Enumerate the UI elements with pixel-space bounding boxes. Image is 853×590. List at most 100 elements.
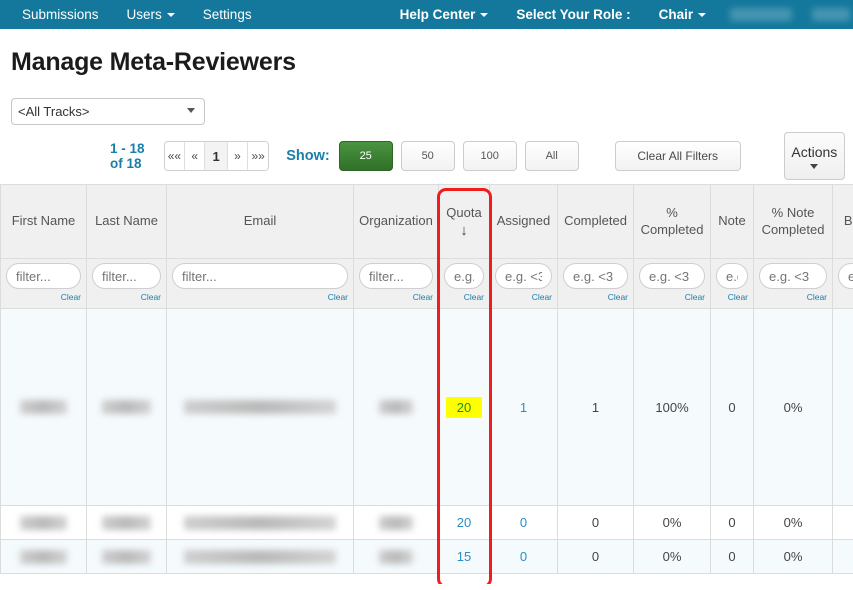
- value-quota[interactable]: 20: [457, 515, 471, 530]
- value-assigned[interactable]: 1: [520, 400, 527, 415]
- redacted-nav-item-1[interactable]: [730, 8, 793, 21]
- value-pct-completed: 0%: [662, 549, 682, 564]
- table-row[interactable]: 20 0 0 0% 0 0% 0: [0, 505, 853, 540]
- filter-input-note-completed[interactable]: [759, 263, 827, 289]
- cell-pct-note-completed: 0%: [753, 505, 833, 540]
- pager-page-1-button[interactable]: 1: [205, 142, 228, 170]
- column-header-last-name[interactable]: Last Name: [86, 184, 167, 259]
- filter-input-assigned[interactable]: [495, 263, 552, 289]
- clear-filter-link[interactable]: Clear: [838, 292, 853, 302]
- column-header-organization[interactable]: Organization: [353, 184, 439, 259]
- value-completed: 0: [591, 515, 600, 530]
- cell-first-name: [0, 539, 87, 574]
- table-row[interactable]: 20 1 1 100% 0 0% 0: [0, 308, 853, 506]
- value-pct-note-completed: 0%: [783, 549, 803, 564]
- clear-filter-link[interactable]: Clear: [563, 292, 628, 302]
- redacted-organization: [378, 515, 414, 530]
- value-quota[interactable]: 15: [457, 549, 471, 564]
- value-assigned[interactable]: 0: [520, 549, 527, 564]
- column-header-note-completed[interactable]: % Note Completed: [753, 184, 833, 259]
- track-select[interactable]: <All Tracks>: [11, 98, 205, 125]
- cell-pct-completed: 0%: [633, 539, 711, 574]
- table-filter-row: Clear Clear Clear Clear Clear Clear Clear Clear…: [0, 258, 853, 309]
- nav-item-submissions[interactable]: Submissions: [8, 0, 113, 29]
- nav-item-help-center[interactable]: Help Center: [386, 0, 503, 29]
- pager-next-button[interactable]: »: [227, 142, 249, 170]
- clear-filter-link[interactable]: Clear: [92, 292, 161, 302]
- column-header-note[interactable]: Note: [710, 184, 754, 259]
- redacted-email: [184, 515, 336, 530]
- filter-input-organization[interactable]: [359, 263, 433, 289]
- record-count: 1 - 18 of 18: [110, 141, 145, 171]
- filter-input-completed[interactable]: [639, 263, 705, 289]
- table-header-row: First Name Last Name Email Organization Quot…: [0, 184, 853, 259]
- meta-reviewers-table: First Name Last Name Email Organization Quot…: [0, 184, 853, 574]
- value-pct-note-completed: 0%: [783, 399, 803, 415]
- nav-item-users[interactable]: Users: [113, 0, 189, 29]
- filter-cell: Clear: [86, 258, 167, 309]
- cell-quota: 15: [438, 539, 490, 574]
- column-header-label: Email: [243, 213, 277, 229]
- cell-quota: 20: [438, 505, 490, 540]
- pager-last-button[interactable]: »»: [248, 142, 269, 170]
- page-size-all-button[interactable]: All: [524, 141, 579, 171]
- filter-input-email[interactable]: [172, 263, 348, 289]
- clear-filter-link[interactable]: Clear: [6, 292, 81, 302]
- filter-input-completed[interactable]: [563, 263, 628, 289]
- cell-bids: 0: [832, 539, 853, 574]
- cell-pct-note-completed: 0%: [753, 539, 833, 574]
- cell-pct-completed: 100%: [633, 308, 711, 506]
- table-toolbar: 1 - 18 of 18 «« « 1 » »» Show: 25 50 100…: [0, 132, 853, 180]
- redacted-nav-item-2[interactable]: [812, 8, 851, 21]
- value-assigned[interactable]: 0: [520, 515, 527, 530]
- chevron-down-icon: [166, 12, 175, 17]
- column-header-email[interactable]: Email: [166, 184, 354, 259]
- clear-filter-link[interactable]: Clear: [495, 292, 552, 302]
- actions-button[interactable]: Actions: [783, 132, 845, 180]
- value-pct-completed: 100%: [655, 399, 689, 415]
- pager-prev-button[interactable]: «: [185, 142, 206, 170]
- cell-first-name: [0, 308, 87, 506]
- clear-filter-link[interactable]: Clear: [759, 292, 827, 302]
- filter-input-first-name[interactable]: [6, 263, 81, 289]
- filter-cell: Clear: [166, 258, 354, 309]
- column-header-completed[interactable]: % Completed: [633, 184, 711, 259]
- filter-input-last-name[interactable]: [92, 263, 161, 289]
- filter-input-bids[interactable]: [838, 263, 853, 289]
- quota-value-highlighted[interactable]: 20: [445, 396, 483, 418]
- cell-last-name: [86, 539, 167, 574]
- column-header-completed[interactable]: Completed: [557, 184, 634, 259]
- column-header-bids[interactable]: Bids: [832, 184, 853, 259]
- filter-cell: Clear: [489, 258, 558, 309]
- clear-filter-link[interactable]: Clear: [639, 292, 705, 302]
- filter-input-note[interactable]: [716, 263, 748, 289]
- redacted-first-name: [20, 400, 67, 414]
- redacted-first-name: [20, 515, 67, 530]
- clear-filter-link[interactable]: Clear: [359, 292, 433, 302]
- column-header-quota[interactable]: Quota ↓: [438, 184, 490, 259]
- clear-all-filters-button[interactable]: Clear All Filters: [614, 141, 741, 171]
- page-size-25-button[interactable]: 25: [338, 141, 393, 171]
- value-note: 0: [728, 549, 736, 564]
- table-row[interactable]: 15 0 0 0% 0 0% 0: [0, 539, 853, 574]
- column-header-label: % Completed: [640, 205, 704, 237]
- clear-filter-link[interactable]: Clear: [444, 292, 484, 302]
- clear-filter-link[interactable]: Clear: [172, 292, 348, 302]
- pager-first-button[interactable]: ««: [164, 142, 186, 170]
- value-pct-note-completed: 0%: [783, 515, 803, 530]
- nav-item-settings[interactable]: Settings: [189, 0, 266, 29]
- nav-item-settings-label: Settings: [202, 7, 252, 22]
- column-header-first-name[interactable]: First Name: [0, 184, 87, 259]
- column-header-label: Quota: [446, 204, 482, 220]
- actions-button-label: Actions: [791, 143, 838, 160]
- nav-item-role-chair[interactable]: Chair: [645, 0, 721, 29]
- clear-filter-link[interactable]: Clear: [716, 292, 748, 302]
- page-size-50-button[interactable]: 50: [400, 141, 455, 171]
- column-header-assigned[interactable]: Assigned: [489, 184, 558, 259]
- meta-reviewers-table-container: First Name Last Name Email Organization Quot…: [0, 184, 853, 584]
- track-filter-container: <All Tracks>: [11, 98, 853, 125]
- nav-item-role-chair-label: Chair: [658, 7, 694, 22]
- filter-input-quota[interactable]: [444, 263, 484, 289]
- redacted-first-name: [20, 549, 67, 564]
- page-size-100-button[interactable]: 100: [462, 141, 517, 171]
